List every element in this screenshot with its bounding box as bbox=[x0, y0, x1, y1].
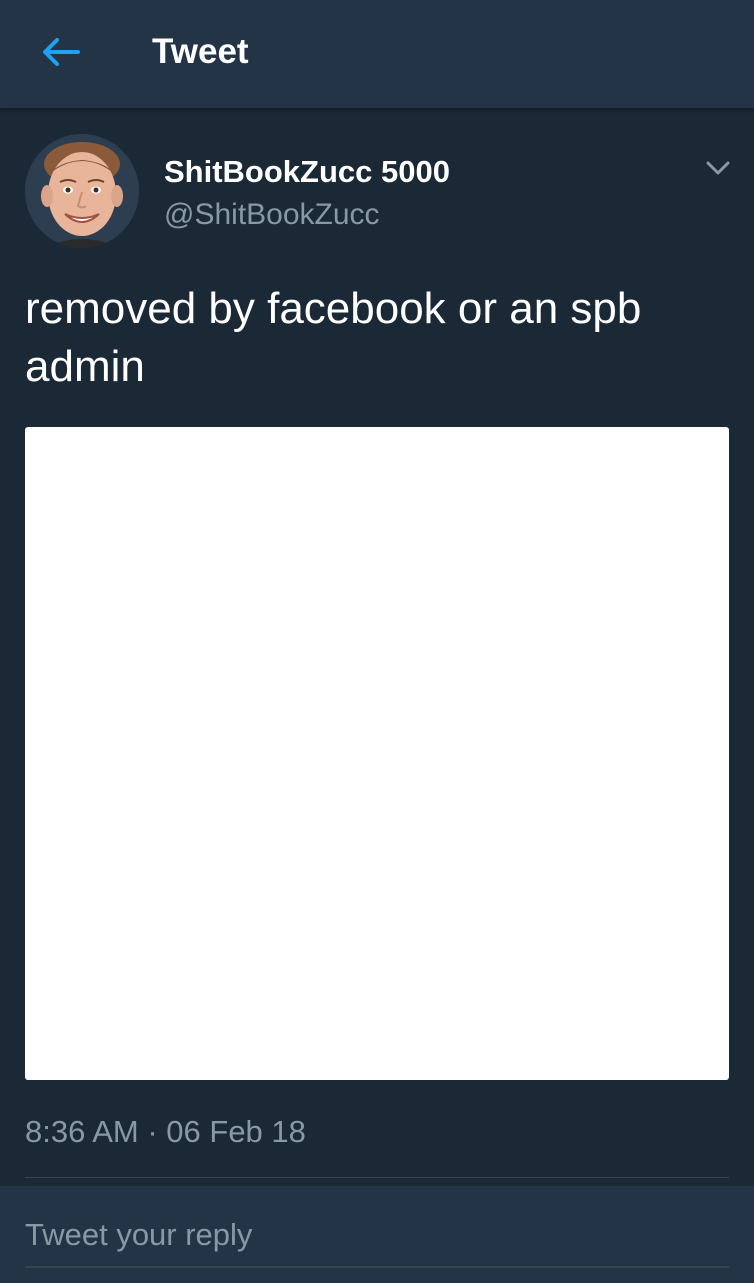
top-app-bar: Tweet bbox=[0, 0, 754, 108]
avatar-image bbox=[25, 134, 139, 248]
tweet-timestamp: 8:36 AM · 06 Feb 18 bbox=[25, 1114, 306, 1149]
tweet-detail-screen: Tweet ShitBookZucc 5000 @ShitBookZucc re… bbox=[0, 0, 754, 1283]
reply-bar bbox=[0, 1186, 754, 1283]
back-button[interactable] bbox=[30, 28, 90, 76]
avatar[interactable] bbox=[25, 134, 139, 248]
tweet-media-image[interactable] bbox=[25, 427, 729, 1080]
page-title: Tweet bbox=[152, 32, 249, 71]
user-handle[interactable]: @ShitBookZucc bbox=[164, 197, 380, 233]
chevron-down-icon bbox=[706, 161, 730, 175]
tweet-text: removed by facebook or an spb admin bbox=[25, 284, 642, 391]
arrow-left-icon bbox=[43, 38, 80, 66]
display-name[interactable]: ShitBookZucc 5000 bbox=[164, 154, 450, 190]
tweet-menu-button[interactable] bbox=[700, 150, 736, 186]
reply-input[interactable] bbox=[25, 1204, 729, 1268]
divider bbox=[25, 1177, 729, 1178]
